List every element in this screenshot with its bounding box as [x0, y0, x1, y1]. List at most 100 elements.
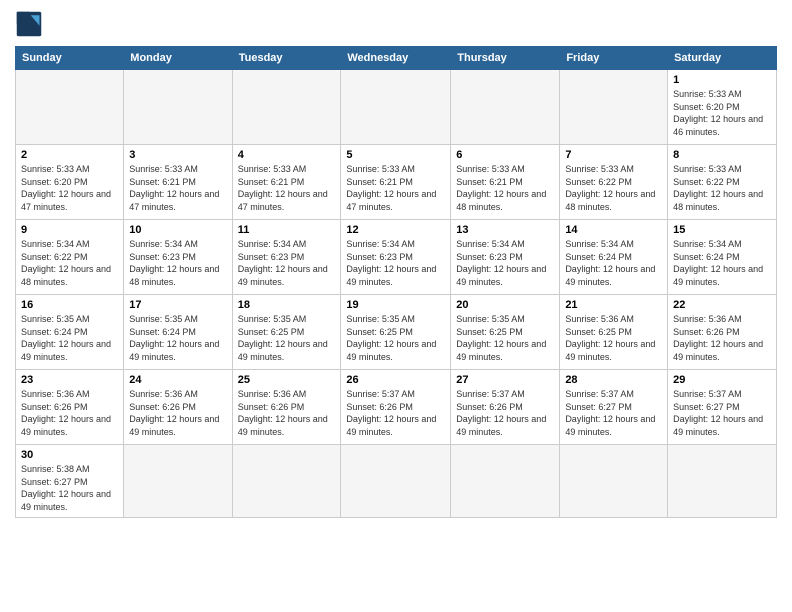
calendar-week-row: 9 Sunrise: 5:34 AM Sunset: 6:22 PM Dayli… [16, 220, 777, 295]
day-info: Sunrise: 5:33 AM Sunset: 6:20 PM Dayligh… [21, 163, 118, 213]
weekday-header: Monday [124, 47, 232, 70]
calendar-day-cell: 17 Sunrise: 5:35 AM Sunset: 6:24 PM Dayl… [124, 295, 232, 370]
calendar-day-cell: 1 Sunrise: 5:33 AM Sunset: 6:20 PM Dayli… [668, 70, 777, 145]
day-info: Sunrise: 5:34 AM Sunset: 6:23 PM Dayligh… [456, 238, 554, 288]
calendar-header-row: SundayMondayTuesdayWednesdayThursdayFrid… [16, 47, 777, 70]
day-info: Sunrise: 5:35 AM Sunset: 6:25 PM Dayligh… [346, 313, 445, 363]
day-info: Sunrise: 5:37 AM Sunset: 6:27 PM Dayligh… [565, 388, 662, 438]
day-number: 26 [346, 374, 445, 386]
weekday-header: Sunday [16, 47, 124, 70]
calendar-day-cell: 28 Sunrise: 5:37 AM Sunset: 6:27 PM Dayl… [560, 370, 668, 445]
calendar-day-cell: 29 Sunrise: 5:37 AM Sunset: 6:27 PM Dayl… [668, 370, 777, 445]
calendar-day-cell: 8 Sunrise: 5:33 AM Sunset: 6:22 PM Dayli… [668, 145, 777, 220]
day-info: Sunrise: 5:34 AM Sunset: 6:24 PM Dayligh… [565, 238, 662, 288]
calendar-week-row: 16 Sunrise: 5:35 AM Sunset: 6:24 PM Dayl… [16, 295, 777, 370]
calendar-day-cell [232, 445, 341, 518]
logo-icon [15, 10, 43, 38]
calendar-day-cell [451, 70, 560, 145]
day-info: Sunrise: 5:37 AM Sunset: 6:26 PM Dayligh… [346, 388, 445, 438]
day-number: 30 [21, 449, 118, 461]
calendar-day-cell: 10 Sunrise: 5:34 AM Sunset: 6:23 PM Dayl… [124, 220, 232, 295]
calendar-day-cell [124, 70, 232, 145]
calendar-day-cell: 13 Sunrise: 5:34 AM Sunset: 6:23 PM Dayl… [451, 220, 560, 295]
day-info: Sunrise: 5:36 AM Sunset: 6:26 PM Dayligh… [238, 388, 336, 438]
calendar-day-cell: 16 Sunrise: 5:35 AM Sunset: 6:24 PM Dayl… [16, 295, 124, 370]
day-number: 4 [238, 149, 336, 161]
weekday-header: Wednesday [341, 47, 451, 70]
calendar-day-cell: 7 Sunrise: 5:33 AM Sunset: 6:22 PM Dayli… [560, 145, 668, 220]
calendar-day-cell: 26 Sunrise: 5:37 AM Sunset: 6:26 PM Dayl… [341, 370, 451, 445]
calendar-week-row: 30 Sunrise: 5:38 AM Sunset: 6:27 PM Dayl… [16, 445, 777, 518]
day-info: Sunrise: 5:37 AM Sunset: 6:27 PM Dayligh… [673, 388, 771, 438]
day-number: 17 [129, 299, 226, 311]
day-info: Sunrise: 5:36 AM Sunset: 6:26 PM Dayligh… [129, 388, 226, 438]
day-number: 27 [456, 374, 554, 386]
calendar-day-cell [668, 445, 777, 518]
day-number: 24 [129, 374, 226, 386]
calendar-day-cell: 2 Sunrise: 5:33 AM Sunset: 6:20 PM Dayli… [16, 145, 124, 220]
calendar-day-cell [341, 70, 451, 145]
day-info: Sunrise: 5:34 AM Sunset: 6:24 PM Dayligh… [673, 238, 771, 288]
day-info: Sunrise: 5:34 AM Sunset: 6:23 PM Dayligh… [129, 238, 226, 288]
day-number: 20 [456, 299, 554, 311]
day-info: Sunrise: 5:33 AM Sunset: 6:22 PM Dayligh… [673, 163, 771, 213]
calendar-day-cell [560, 445, 668, 518]
day-info: Sunrise: 5:35 AM Sunset: 6:25 PM Dayligh… [456, 313, 554, 363]
calendar-day-cell [232, 70, 341, 145]
day-number: 8 [673, 149, 771, 161]
day-info: Sunrise: 5:33 AM Sunset: 6:20 PM Dayligh… [673, 88, 771, 138]
calendar-day-cell: 18 Sunrise: 5:35 AM Sunset: 6:25 PM Dayl… [232, 295, 341, 370]
day-number: 9 [21, 224, 118, 236]
day-number: 28 [565, 374, 662, 386]
calendar-day-cell [560, 70, 668, 145]
day-info: Sunrise: 5:38 AM Sunset: 6:27 PM Dayligh… [21, 463, 118, 513]
day-number: 1 [673, 74, 771, 86]
day-number: 19 [346, 299, 445, 311]
day-number: 7 [565, 149, 662, 161]
calendar-day-cell [124, 445, 232, 518]
calendar-day-cell: 4 Sunrise: 5:33 AM Sunset: 6:21 PM Dayli… [232, 145, 341, 220]
calendar-day-cell: 25 Sunrise: 5:36 AM Sunset: 6:26 PM Dayl… [232, 370, 341, 445]
header [15, 10, 777, 38]
day-info: Sunrise: 5:33 AM Sunset: 6:21 PM Dayligh… [346, 163, 445, 213]
day-info: Sunrise: 5:35 AM Sunset: 6:25 PM Dayligh… [238, 313, 336, 363]
day-info: Sunrise: 5:33 AM Sunset: 6:21 PM Dayligh… [238, 163, 336, 213]
day-number: 5 [346, 149, 445, 161]
calendar-day-cell [341, 445, 451, 518]
day-number: 13 [456, 224, 554, 236]
day-info: Sunrise: 5:34 AM Sunset: 6:22 PM Dayligh… [21, 238, 118, 288]
day-info: Sunrise: 5:36 AM Sunset: 6:26 PM Dayligh… [21, 388, 118, 438]
calendar-day-cell: 15 Sunrise: 5:34 AM Sunset: 6:24 PM Dayl… [668, 220, 777, 295]
calendar-day-cell: 5 Sunrise: 5:33 AM Sunset: 6:21 PM Dayli… [341, 145, 451, 220]
day-info: Sunrise: 5:33 AM Sunset: 6:21 PM Dayligh… [129, 163, 226, 213]
calendar-day-cell [451, 445, 560, 518]
calendar-day-cell: 14 Sunrise: 5:34 AM Sunset: 6:24 PM Dayl… [560, 220, 668, 295]
day-info: Sunrise: 5:36 AM Sunset: 6:26 PM Dayligh… [673, 313, 771, 363]
day-number: 14 [565, 224, 662, 236]
weekday-header: Tuesday [232, 47, 341, 70]
calendar-week-row: 1 Sunrise: 5:33 AM Sunset: 6:20 PM Dayli… [16, 70, 777, 145]
day-number: 22 [673, 299, 771, 311]
calendar-day-cell: 3 Sunrise: 5:33 AM Sunset: 6:21 PM Dayli… [124, 145, 232, 220]
day-info: Sunrise: 5:37 AM Sunset: 6:26 PM Dayligh… [456, 388, 554, 438]
calendar-day-cell: 24 Sunrise: 5:36 AM Sunset: 6:26 PM Dayl… [124, 370, 232, 445]
day-number: 23 [21, 374, 118, 386]
day-info: Sunrise: 5:36 AM Sunset: 6:25 PM Dayligh… [565, 313, 662, 363]
day-info: Sunrise: 5:35 AM Sunset: 6:24 PM Dayligh… [21, 313, 118, 363]
calendar-day-cell: 21 Sunrise: 5:36 AM Sunset: 6:25 PM Dayl… [560, 295, 668, 370]
calendar: SundayMondayTuesdayWednesdayThursdayFrid… [15, 46, 777, 518]
calendar-day-cell: 9 Sunrise: 5:34 AM Sunset: 6:22 PM Dayli… [16, 220, 124, 295]
weekday-header: Friday [560, 47, 668, 70]
calendar-day-cell: 12 Sunrise: 5:34 AM Sunset: 6:23 PM Dayl… [341, 220, 451, 295]
day-number: 6 [456, 149, 554, 161]
calendar-day-cell: 22 Sunrise: 5:36 AM Sunset: 6:26 PM Dayl… [668, 295, 777, 370]
calendar-day-cell: 6 Sunrise: 5:33 AM Sunset: 6:21 PM Dayli… [451, 145, 560, 220]
day-info: Sunrise: 5:35 AM Sunset: 6:24 PM Dayligh… [129, 313, 226, 363]
weekday-header: Thursday [451, 47, 560, 70]
day-number: 21 [565, 299, 662, 311]
day-info: Sunrise: 5:34 AM Sunset: 6:23 PM Dayligh… [346, 238, 445, 288]
calendar-week-row: 23 Sunrise: 5:36 AM Sunset: 6:26 PM Dayl… [16, 370, 777, 445]
day-info: Sunrise: 5:33 AM Sunset: 6:21 PM Dayligh… [456, 163, 554, 213]
day-info: Sunrise: 5:34 AM Sunset: 6:23 PM Dayligh… [238, 238, 336, 288]
day-number: 16 [21, 299, 118, 311]
